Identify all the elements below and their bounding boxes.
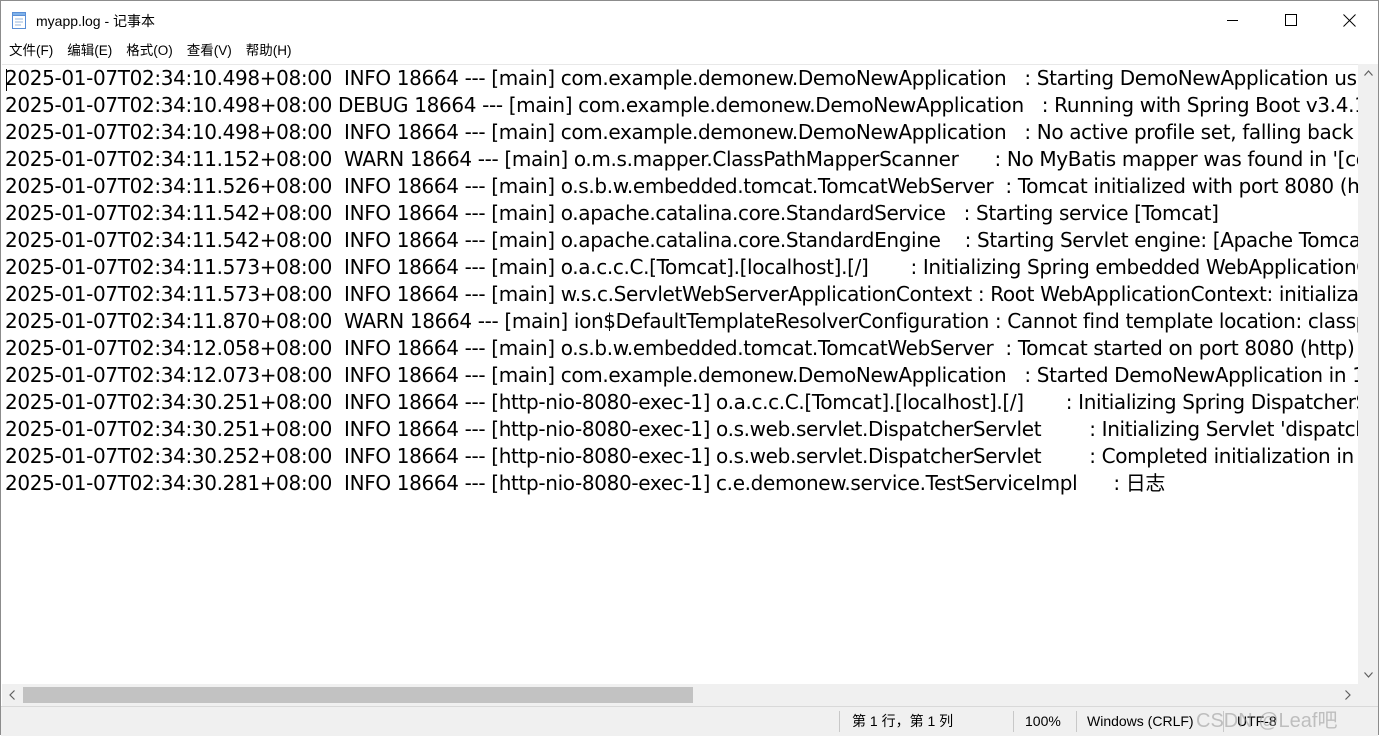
notepad-icon [11,10,28,30]
log-line: 2025-01-07T02:34:11.542+08:00 INFO 18664… [5,201,1219,225]
scroll-left-button[interactable] [2,684,22,706]
minimize-button[interactable] [1204,1,1262,39]
menu-view[interactable]: 查看(V) [180,39,239,63]
cursor-position: 第 1 行，第 1 列 [852,713,954,729]
chevron-down-icon [1363,672,1373,678]
close-icon [1342,13,1356,27]
log-line: 2025-01-07T02:34:12.058+08:00 INFO 18664… [5,336,1358,360]
log-line: 2025-01-07T02:34:30.251+08:00 INFO 18664… [5,417,1358,441]
horizontal-scroll-thumb[interactable] [23,687,693,703]
chevron-left-icon [9,690,15,700]
log-line: 2025-01-07T02:34:10.498+08:00 INFO 18664… [5,66,1358,90]
text-caret [6,69,7,91]
menu-file[interactable]: 文件(F) [1,39,60,63]
menu-bar: 文件(F) 编辑(E) 格式(O) 查看(V) 帮助(H) [1,39,1378,63]
scroll-right-button[interactable] [1338,684,1358,706]
notepad-window: myapp.log - 记事本 文件(F) 编辑(E) 格式(O) 查看(V) … [0,0,1379,736]
minimize-icon [1227,20,1238,21]
status-divider [1013,711,1014,732]
zoom-level: 100% [1025,713,1061,729]
title-bar[interactable]: myapp.log - 记事本 [1,1,1378,39]
log-line: 2025-01-07T02:34:11.573+08:00 INFO 18664… [5,255,1358,279]
menu-format[interactable]: 格式(O) [119,39,180,63]
log-line: 2025-01-07T02:34:11.573+08:00 INFO 18664… [5,282,1358,306]
log-line: 2025-01-07T02:34:30.281+08:00 INFO 18664… [5,471,1166,495]
menu-edit[interactable]: 编辑(E) [60,39,119,63]
log-line: 2025-01-07T02:34:11.542+08:00 INFO 18664… [5,228,1358,252]
log-line: 2025-01-07T02:34:11.870+08:00 WARN 18664… [5,309,1358,333]
window-title: myapp.log - 记事本 [36,13,156,29]
scroll-up-button[interactable] [1358,64,1378,82]
scroll-down-button[interactable] [1358,666,1378,684]
log-line: 2025-01-07T02:34:30.251+08:00 INFO 18664… [5,390,1358,414]
maximize-button[interactable] [1262,1,1320,39]
vertical-scrollbar[interactable] [1358,64,1378,684]
watermark: CSDN @Leaf吧 [1196,710,1338,732]
status-divider [839,711,840,732]
menu-help[interactable]: 帮助(H) [239,39,299,63]
log-line: 2025-01-07T02:34:12.073+08:00 INFO 18664… [5,363,1358,387]
log-line: 2025-01-07T02:34:11.526+08:00 INFO 18664… [5,174,1358,198]
text-editor[interactable]: 2025-01-07T02:34:10.498+08:00 INFO 18664… [2,64,1358,685]
log-line: 2025-01-07T02:34:11.152+08:00 WARN 18664… [5,147,1358,171]
line-ending: Windows (CRLF) [1087,713,1194,729]
close-button[interactable] [1320,1,1378,39]
log-line: 2025-01-07T02:34:10.498+08:00 INFO 18664… [5,120,1358,144]
log-line: 2025-01-07T02:34:30.252+08:00 INFO 18664… [5,444,1358,468]
maximize-icon [1285,14,1297,26]
status-divider [1076,711,1077,732]
chevron-right-icon [1345,690,1351,700]
log-line: 2025-01-07T02:34:10.498+08:00 DEBUG 1866… [5,93,1358,117]
status-bar: 第 1 行，第 1 列 100% Windows (CRLF) UTF-8 CS… [1,706,1378,736]
scrollbar-corner [1358,684,1378,706]
chevron-up-icon [1363,70,1373,76]
horizontal-scrollbar[interactable] [2,684,1358,706]
